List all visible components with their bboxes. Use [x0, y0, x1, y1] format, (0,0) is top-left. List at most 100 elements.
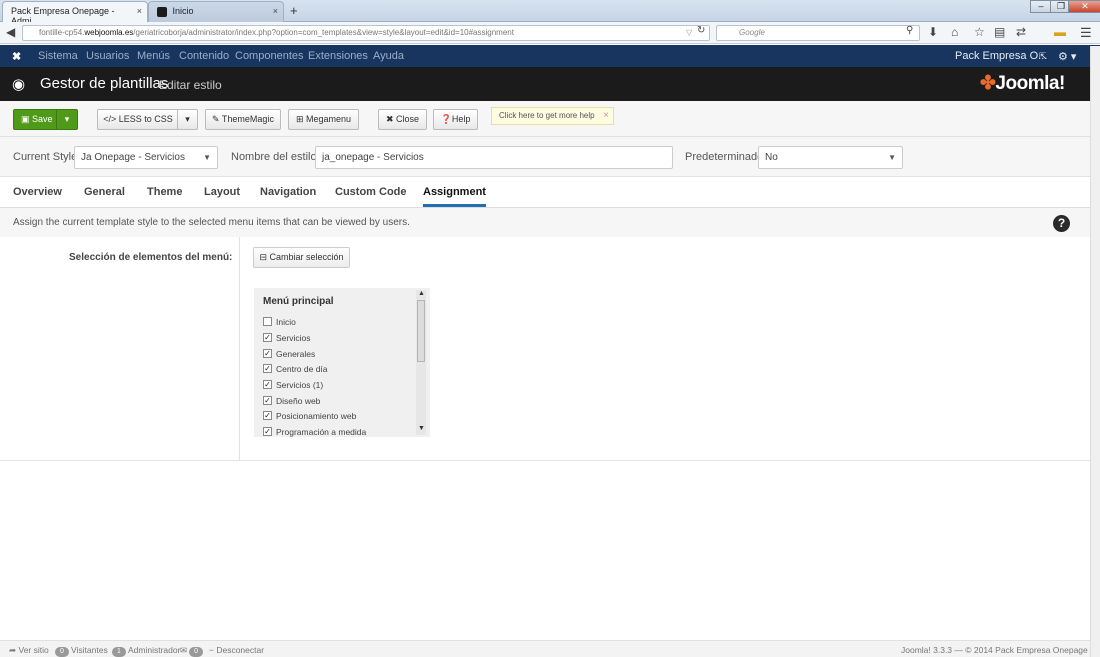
settings-tabs: Overview General Theme Layout Navigation… [0, 178, 1100, 208]
external-link-icon[interactable]: ⇱ [1039, 51, 1047, 62]
checkbox-checked[interactable]: ✓ [263, 349, 272, 359]
url-prefix: fontille-cp54. [39, 28, 85, 37]
default-select[interactable]: No ▼ [758, 146, 903, 169]
menu-item-posicionamiento-web[interactable]: ✓ Posicionamiento web [263, 411, 356, 423]
tab-theme[interactable]: Theme [147, 186, 182, 198]
menu-item-diseno-web[interactable]: ✓ Diseño web [263, 396, 320, 408]
megamenu-button[interactable]: ⊞ Megamenu [288, 109, 359, 130]
menu-contenido[interactable]: Contenido [179, 50, 229, 62]
help-tooltip[interactable]: Click here to get more help × [491, 107, 614, 125]
style-settings-row: Current Style Ja Onepage - Servicios ▼ N… [0, 137, 1100, 177]
caret-down-icon: ▾ [64, 114, 70, 124]
thememagic-button[interactable]: ✎ ThemeMagic [205, 109, 281, 130]
less-to-css-button[interactable]: </> LESS to CSS [97, 109, 179, 130]
menu-item-label: Centro de día [276, 364, 328, 374]
caret-down-icon: ▼ [203, 153, 211, 162]
menu-menus[interactable]: Menús [137, 50, 170, 62]
save-options-dropdown[interactable]: ▾ [56, 109, 78, 130]
menu-item-programacion[interactable]: ✓ Programación a medida [263, 427, 366, 437]
messages-status[interactable]: ✉ 0 [180, 645, 205, 657]
default-label: Predeterminado [685, 151, 764, 163]
close-button[interactable]: ✖ Close [378, 109, 427, 130]
search-input[interactable]: Google [716, 25, 920, 41]
menu-item-servicios-1[interactable]: ✓ Servicios (1) [263, 380, 323, 392]
help-button[interactable]: ❓Help [433, 109, 478, 130]
visitors-status[interactable]: 0 Visitantes [53, 645, 108, 657]
download-icon[interactable]: ⬇ [928, 25, 938, 39]
reload-icon[interactable]: ↻ [697, 25, 705, 36]
menu-item-generales[interactable]: ✓ Generales [263, 349, 315, 361]
save-button[interactable]: ▣ Save [13, 109, 61, 130]
help-label: Help [451, 114, 471, 124]
user-settings-menu[interactable]: ⚙ ▾ [1058, 50, 1076, 63]
menu-usuarios[interactable]: Usuarios [86, 50, 129, 62]
menu-componentes[interactable]: Componentes [235, 50, 304, 62]
scroll-up-icon[interactable]: ▲ [418, 290, 425, 297]
menu-item-centro-de-dia[interactable]: ✓ Centro de día [263, 364, 328, 376]
tab-assignment[interactable]: Assignment [423, 186, 486, 207]
menu-item-servicios[interactable]: ✓ Servicios [263, 333, 310, 345]
minimize-icon[interactable]: – [1030, 0, 1052, 13]
minus-square-icon: ⊟ [259, 252, 267, 262]
checkbox-checked[interactable]: ✓ [263, 364, 272, 374]
tooltip-close-icon[interactable]: × [603, 108, 609, 124]
checkbox-unchecked[interactable] [263, 317, 272, 327]
tab-navigation[interactable]: Navigation [260, 186, 316, 198]
scroll-down-icon[interactable]: ▼ [418, 425, 425, 432]
checkbox-checked[interactable]: ✓ [263, 411, 272, 421]
admins-status[interactable]: 1 Administrador [110, 645, 180, 657]
close-tab-icon[interactable]: × [273, 6, 278, 16]
sync-icon[interactable]: ⇄ [1016, 25, 1026, 39]
browser-tab-inicio[interactable]: Inicio × [148, 1, 284, 22]
joomla-logo-icon[interactable]: ✖ [12, 50, 21, 63]
browser-tab-admin[interactable]: Pack Empresa Onepage - Admi... × [2, 1, 148, 26]
checkbox-checked[interactable]: ✓ [263, 396, 272, 406]
browser-menu-icon[interactable]: ☰ [1080, 25, 1092, 41]
page-header: ◉ Gestor de plantillas Editar estilo ✤Jo… [0, 67, 1100, 101]
tab-title: Inicio [172, 6, 194, 16]
url-path: /geriatricoborja/administrator/index.php… [133, 28, 514, 37]
checkbox-checked[interactable]: ✓ [263, 380, 272, 390]
menu-sistema[interactable]: Sistema [38, 50, 78, 62]
tab-layout[interactable]: Layout [204, 186, 240, 198]
menu-item-inicio[interactable]: Inicio [263, 317, 296, 329]
page-scrollbar[interactable] [1090, 46, 1100, 657]
less-to-css-label: LESS to CSS [118, 114, 173, 124]
checkbox-checked[interactable]: ✓ [263, 333, 272, 343]
style-name-input[interactable]: ja_onepage - Servicios [315, 146, 673, 169]
bookmarks-list-icon[interactable]: ▤ [994, 25, 1005, 39]
caret-down-icon: ▼ [888, 153, 896, 162]
home-icon[interactable]: ⌂ [951, 25, 958, 39]
back-icon[interactable]: ◀ [6, 25, 15, 39]
current-style-select[interactable]: Ja Onepage - Servicios ▼ [74, 146, 218, 169]
url-input[interactable]: fontille-cp54.webjoomla.es/geriatricobor… [22, 25, 710, 41]
addon-icon[interactable]: ▬ [1054, 25, 1066, 39]
tab-general[interactable]: General [84, 186, 125, 198]
toggle-selection-button[interactable]: ⊟ Cambiar selección [253, 247, 350, 268]
joomla-logo-mark-icon: ✤ [980, 73, 996, 94]
window-close-icon[interactable]: ✕ [1068, 0, 1100, 13]
eye-icon: ◉ [12, 76, 26, 93]
close-label: Close [396, 114, 420, 124]
help-circle-icon[interactable]: ? [1053, 215, 1070, 232]
new-tab-button[interactable]: + [290, 3, 298, 18]
less-options-dropdown[interactable]: ▾ [177, 109, 198, 130]
menu-list-scroll-thumb[interactable] [417, 300, 425, 362]
view-site-label: Ver sitio [18, 645, 49, 655]
menu-ayuda[interactable]: Ayuda [373, 50, 404, 62]
menu-item-label: Inicio [276, 317, 296, 327]
site-name-link[interactable]: Pack Empresa O... [955, 50, 1047, 62]
menu-selection-label: Selección de elementos del menú: [69, 252, 233, 263]
url-dropdown-icon[interactable]: ▽ [686, 28, 692, 37]
search-icon[interactable]: ⚲ [906, 25, 913, 36]
checkbox-checked[interactable]: ✓ [263, 427, 272, 437]
browser-nav-bar: ◀ fontille-cp54.webjoomla.es/geriatricob… [0, 22, 1100, 44]
joomla-favicon-icon [157, 6, 167, 17]
view-site-link[interactable]: ➦ Ver sitio [9, 645, 49, 656]
menu-extensiones[interactable]: Extensiones [308, 50, 368, 62]
tab-overview[interactable]: Overview [13, 186, 62, 198]
bookmark-star-icon[interactable]: ☆ [974, 25, 985, 39]
close-tab-icon[interactable]: × [137, 6, 142, 16]
tab-custom-code[interactable]: Custom Code [335, 186, 407, 198]
logout-link[interactable]: − Desconectar [209, 645, 264, 655]
